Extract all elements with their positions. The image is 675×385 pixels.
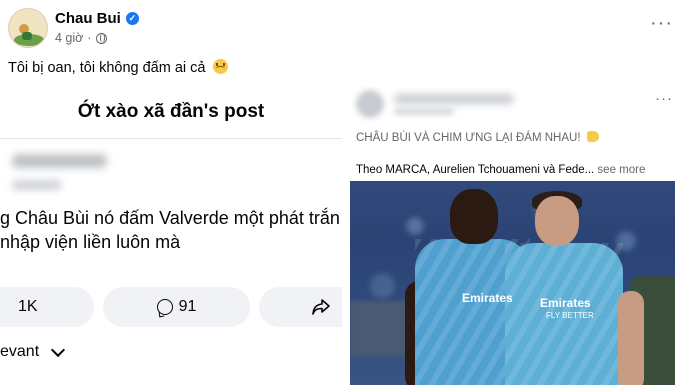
meta-separator: · — [87, 31, 92, 45]
more-options-icon[interactable]: ··· — [650, 12, 673, 35]
author-name[interactable]: Chau Bui — [55, 10, 121, 27]
blurred-page-name — [394, 94, 514, 104]
blurred-username — [12, 154, 107, 168]
chevron-down-icon — [51, 342, 66, 358]
blurred-page-meta — [394, 108, 454, 115]
article-snippet: Theo MARCA, Aurelien Tchouameni và Fede.… — [356, 164, 595, 176]
body-line-2: nhập viện liền luôn mà — [0, 232, 181, 252]
comment-sort-selector: evant — [0, 342, 66, 361]
comment-bubble-icon — [156, 299, 173, 315]
comment-count: 91 — [178, 298, 197, 315]
post-meta: 4 giờ · — [55, 31, 107, 45]
screenshot-headline: CHÂU BÙI VÀ CHIM ƯNG LẠI ĐÁM NHAU! — [356, 131, 599, 144]
verified-badge-icon: ✓ — [125, 12, 139, 25]
screenshot-text: Theo MARCA, Aurelien Tchouameni và Fede.… — [356, 164, 645, 176]
screenshot-post-body: g Châu Bùi nó đấm Valverde một phát trắn… — [0, 206, 342, 254]
blurred-page-avatar — [356, 90, 384, 118]
see-more-link: see more — [597, 164, 646, 176]
caption-text: Tôi bị oan, tôi không đấm ai cả — [8, 60, 206, 76]
player-head — [535, 196, 579, 246]
player-arm — [618, 291, 644, 385]
avatar[interactable] — [8, 8, 48, 48]
sort-label: evant — [0, 343, 40, 360]
share-arrow-icon — [312, 299, 330, 315]
screenshot-post-title: Ớt xào xã đần's post — [0, 86, 342, 139]
jersey-sponsor: Emirates — [540, 296, 591, 310]
body-line-1: g Châu Bùi nó đấm Valverde một phát trắn — [0, 208, 340, 228]
clap-hand-emoji-icon — [586, 131, 599, 142]
jersey-sponsor-tagline: FLY BETTER — [546, 311, 594, 320]
post-caption: Tôi bị oan, tôi không đấm ai cả — [8, 59, 228, 76]
right-screenshot-image: ··· CHÂU BÙI VÀ CHIM ƯNG LẠI ĐÁM NHAU! T… — [350, 86, 675, 385]
blurred-timestamp — [12, 180, 62, 190]
left-screenshot-image: Ớt xào xã đần's post g Châu Bùi nó đấm V… — [0, 86, 342, 385]
like-count-pill: 1K — [0, 287, 94, 327]
post-time[interactable]: 4 giờ — [55, 31, 83, 45]
jersey-sponsor: Emirates — [462, 291, 513, 305]
screenshot-more-icon: ··· — [655, 90, 673, 107]
football-players-photo: Emirates Emirates FLY BETTER — [350, 181, 675, 385]
like-count: 1K — [18, 298, 38, 315]
share-pill — [259, 287, 342, 327]
globe-icon — [95, 32, 107, 44]
player-head — [450, 189, 498, 244]
pleading-face-emoji-icon — [212, 59, 228, 74]
headline-text: CHÂU BÙI VÀ CHIM ƯNG LẠI ĐÁM NHAU! — [356, 132, 581, 144]
post-author[interactable]: Chau Bui ✓ — [55, 10, 139, 27]
comment-count-pill: 91 — [103, 287, 250, 327]
